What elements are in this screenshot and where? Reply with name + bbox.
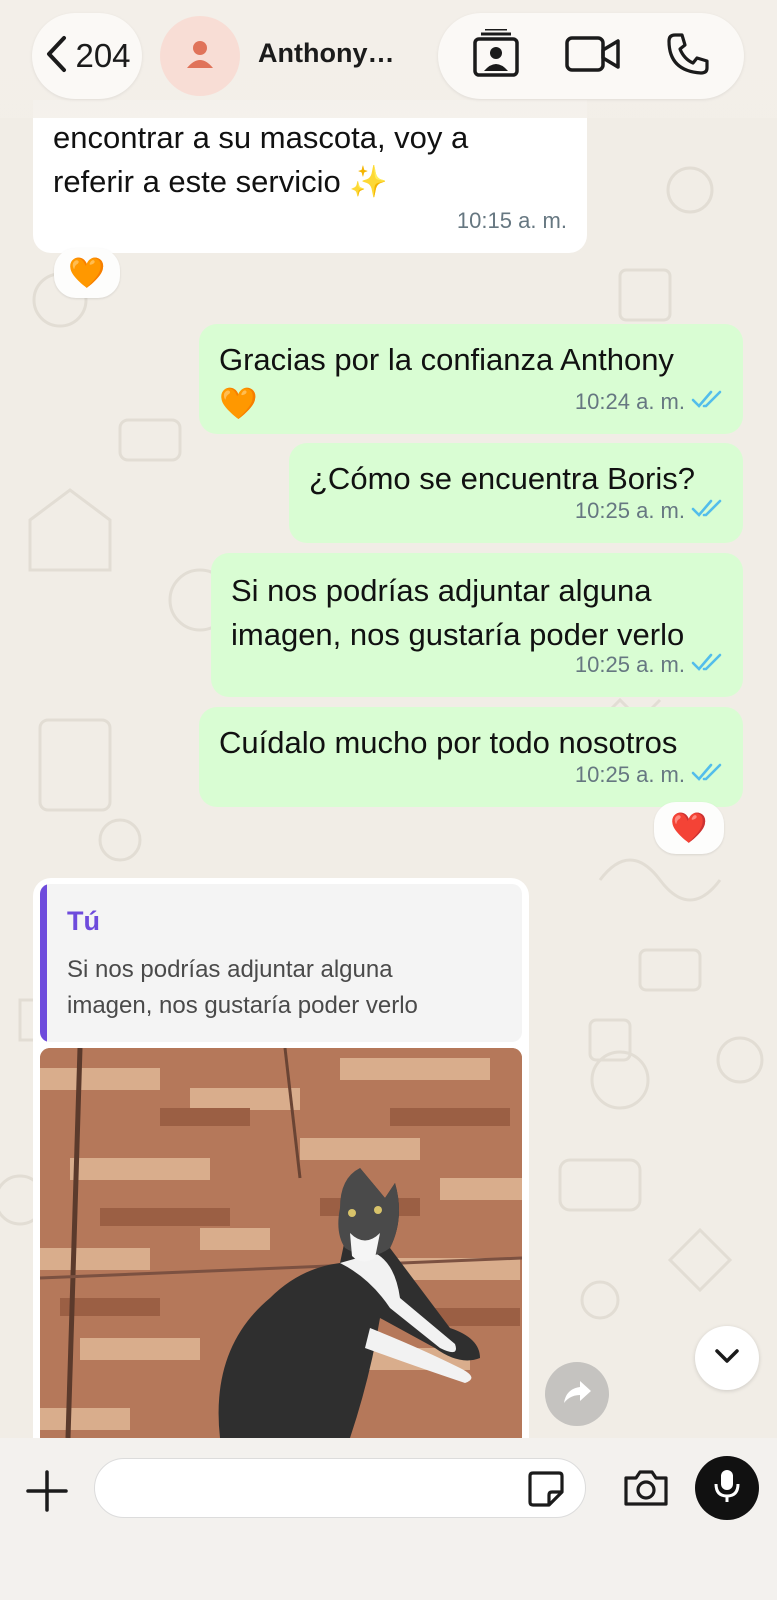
chevron-left-icon <box>43 34 69 79</box>
message-input[interactable] <box>94 1458 586 1518</box>
message-reaction[interactable]: ❤️ <box>654 802 724 854</box>
message-line: encontrar a su mascota, voy a <box>53 120 469 155</box>
double-check-icon <box>691 380 723 424</box>
chat-header: 204 Anthony… <box>0 0 777 118</box>
sticker-icon <box>527 1471 565 1512</box>
quote-accent-bar <box>40 884 47 1042</box>
quote-line: Si nos podrías adjuntar alguna <box>67 956 393 983</box>
message-meta: 10:25 a. m. <box>575 753 723 797</box>
outgoing-message[interactable]: Cuídalo mucho por todo nosotros 10:25 a.… <box>199 707 743 807</box>
message-meta: 10:24 a. m. <box>575 380 723 424</box>
voice-call-button[interactable] <box>666 32 710 81</box>
outgoing-message[interactable]: Si nos podrías adjuntar alguna imagen, n… <box>211 553 743 697</box>
video-camera-icon <box>565 35 621 78</box>
attach-button[interactable] <box>24 1468 70 1514</box>
back-button[interactable]: 204 <box>32 13 142 99</box>
double-check-icon <box>691 753 723 797</box>
message-time: 10:24 a. m. <box>574 389 685 414</box>
outgoing-message[interactable]: Gracias por la confianza Anthony 🧡 10:24… <box>199 324 743 434</box>
camera-button[interactable] <box>622 1468 670 1513</box>
message-time: 10:15 a. m. <box>456 208 567 233</box>
message-time: 10:25 a. m. <box>574 762 685 787</box>
quote-author: Tú <box>67 906 100 936</box>
contact-name[interactable]: Anthony… <box>258 38 394 69</box>
phone-icon <box>666 32 710 81</box>
quote-line: imagen, nos gustaría poder verlo <box>67 992 418 1019</box>
header-actions <box>438 13 744 99</box>
outgoing-message[interactable]: ¿Cómo se encuentra Boris? 10:25 a. m. <box>289 443 743 543</box>
message-meta: 10:25 a. m. <box>575 489 723 533</box>
message-time: 10:25 a. m. <box>574 498 685 523</box>
video-call-button[interactable] <box>565 35 621 78</box>
message-line: Si nos podrías adjuntar alguna <box>231 573 652 608</box>
incoming-message[interactable]: encontrar a su mascota, voy a referir a … <box>33 100 587 253</box>
double-check-icon <box>691 489 723 533</box>
microphone-icon <box>713 1468 741 1509</box>
contact-card-button[interactable] <box>472 27 520 84</box>
contact-card-icon <box>472 27 520 84</box>
double-check-icon <box>691 643 723 687</box>
unread-count: 204 <box>75 37 131 74</box>
message-meta: 10:15 a. m. <box>457 199 567 243</box>
voice-note-button[interactable] <box>695 1456 759 1520</box>
quoted-message[interactable]: Tú Si nos podrías adjuntar alguna imagen… <box>40 884 522 1042</box>
person-icon <box>185 39 215 74</box>
message-line: referir a este servicio ✨ <box>53 164 388 199</box>
message-meta: 10:25 a. m. <box>575 643 723 687</box>
message-line: Gracias por la confianza Anthony <box>219 342 674 377</box>
message-reaction[interactable]: 🧡 <box>54 248 120 298</box>
plus-icon <box>24 1470 70 1518</box>
composer-bar <box>0 1438 777 1600</box>
forward-icon <box>562 1379 592 1410</box>
avatar[interactable] <box>160 16 240 96</box>
quote-text: Si nos podrías adjuntar alguna imagen, n… <box>67 952 507 1024</box>
chevron-down-icon <box>714 1348 740 1369</box>
sticker-button[interactable] <box>527 1470 565 1513</box>
reaction-emoji: ❤️ <box>670 811 708 845</box>
reaction-emoji: 🧡 <box>68 256 106 290</box>
scroll-to-bottom-button[interactable] <box>695 1326 759 1390</box>
camera-icon <box>622 1470 670 1512</box>
forward-button[interactable] <box>545 1362 609 1426</box>
cat-photo[interactable] <box>40 1048 522 1438</box>
message-time: 10:25 a. m. <box>574 652 685 677</box>
